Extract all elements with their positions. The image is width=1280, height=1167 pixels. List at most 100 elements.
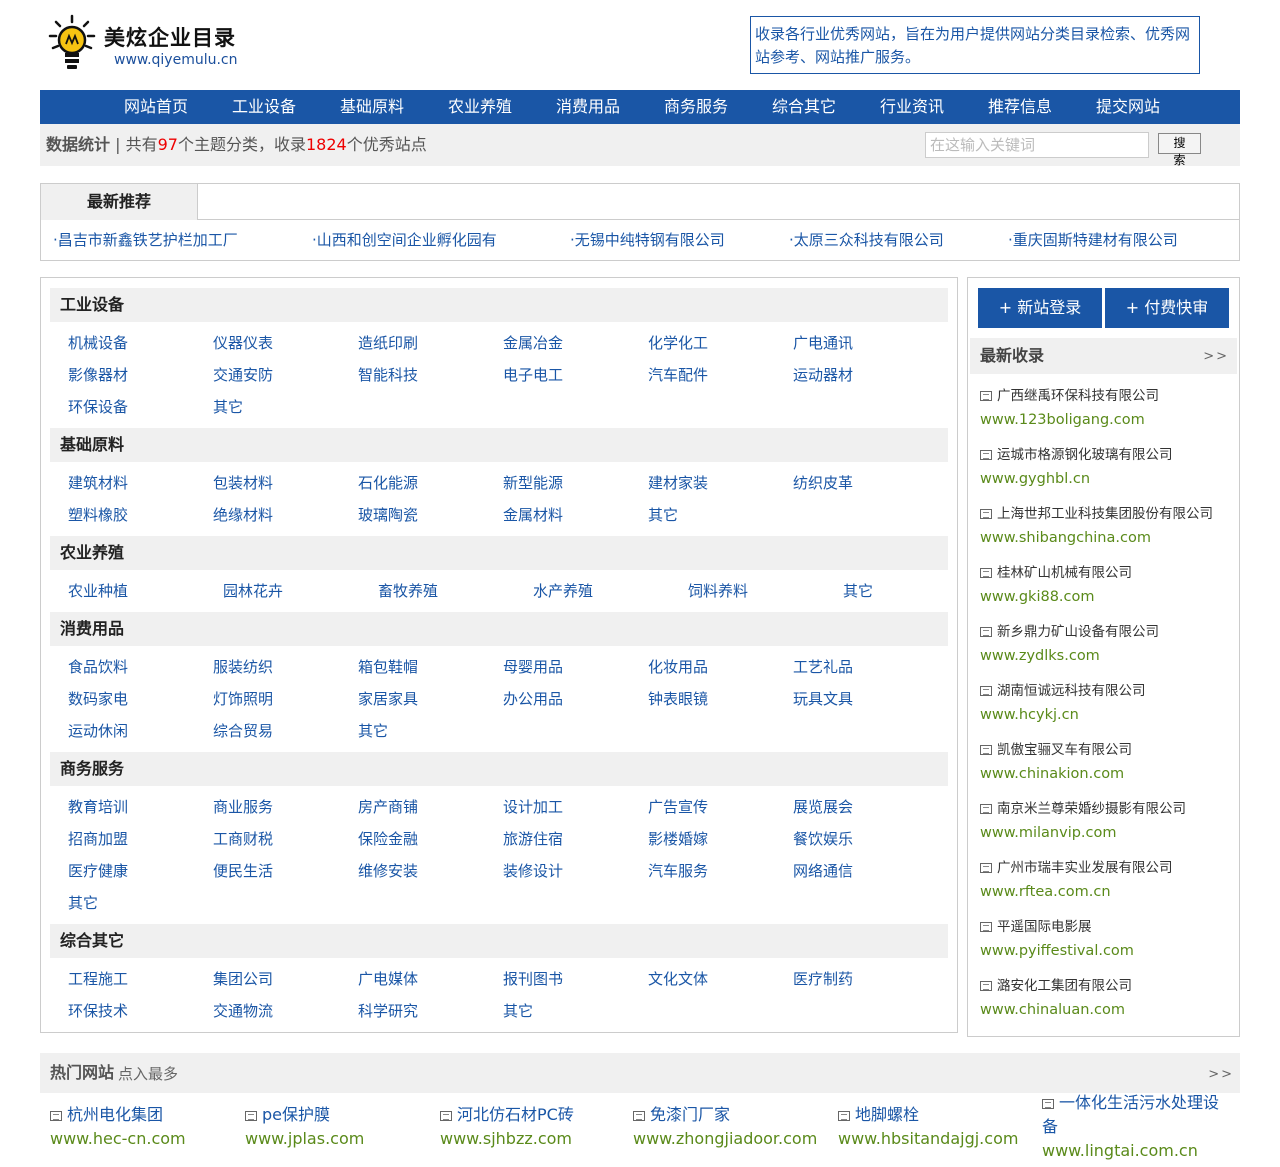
category-link[interactable]: 建材家装 xyxy=(648,473,708,493)
latest-item-name[interactable]: 凯傲宝骊叉车有限公司 xyxy=(980,740,1235,760)
latest-item-name[interactable]: 广州市瑞丰实业发展有限公司 xyxy=(980,858,1235,878)
category-link[interactable]: 展览展会 xyxy=(793,797,853,817)
category-link[interactable]: 新型能源 xyxy=(503,473,563,493)
latest-item-name[interactable]: 湖南恒诚远科技有限公司 xyxy=(980,681,1235,701)
latest-item-name[interactable]: 新乡鼎力矿山设备有限公司 xyxy=(980,622,1235,642)
category-link[interactable]: 环保技术 xyxy=(68,1001,128,1021)
category-link[interactable]: 综合贸易 xyxy=(213,721,273,741)
category-link[interactable]: 装修设计 xyxy=(503,861,563,881)
latest-item-url[interactable]: www.hcykj.cn xyxy=(980,704,1235,726)
nav-consumer[interactable]: 消费用品 xyxy=(534,90,642,124)
category-link[interactable]: 影像器材 xyxy=(68,365,128,385)
category-link[interactable]: 汽车服务 xyxy=(648,861,708,881)
recommend-link[interactable]: ·昌吉市新鑫铁艺护栏加工厂 xyxy=(53,220,238,260)
category-link[interactable]: 其它 xyxy=(68,893,98,913)
category-link[interactable]: 食品饮料 xyxy=(68,657,128,677)
category-link[interactable]: 工程施工 xyxy=(68,969,128,989)
category-link[interactable]: 石化能源 xyxy=(358,473,418,493)
category-link[interactable]: 饲料养料 xyxy=(688,581,748,601)
hot-item-url[interactable]: www.hbsitandajgj.com xyxy=(838,1127,1028,1151)
category-link[interactable]: 其它 xyxy=(213,397,243,417)
category-link[interactable]: 房产商铺 xyxy=(358,797,418,817)
search-input[interactable] xyxy=(925,132,1149,158)
recommend-link[interactable]: ·山西和创空间企业孵化园有 xyxy=(312,220,497,260)
hot-item-name[interactable]: 免漆门厂家 xyxy=(633,1103,823,1127)
nav-other[interactable]: 综合其它 xyxy=(750,90,858,124)
category-link[interactable]: 绝缘材料 xyxy=(213,505,273,525)
latest-item-name[interactable]: 运城市格源钢化玻璃有限公司 xyxy=(980,445,1235,465)
category-link[interactable]: 灯饰照明 xyxy=(213,689,273,709)
search-button[interactable]: 搜 索 xyxy=(1158,133,1201,167)
category-link[interactable]: 商业服务 xyxy=(213,797,273,817)
category-link[interactable]: 化妆用品 xyxy=(648,657,708,677)
category-link[interactable]: 金属材料 xyxy=(503,505,563,525)
category-link[interactable]: 塑料橡胶 xyxy=(68,505,128,525)
latest-more-link[interactable]: >> xyxy=(1203,338,1229,376)
latest-item-url[interactable]: www.123boligang.com xyxy=(980,409,1235,431)
category-link[interactable]: 数码家电 xyxy=(68,689,128,709)
category-link[interactable]: 建筑材料 xyxy=(68,473,128,493)
latest-item-url[interactable]: www.shibangchina.com xyxy=(980,527,1235,549)
category-link[interactable]: 招商加盟 xyxy=(68,829,128,849)
category-link[interactable]: 包装材料 xyxy=(213,473,273,493)
hot-item-url[interactable]: www.hec-cn.com xyxy=(50,1127,240,1151)
latest-item-name[interactable]: 平遥国际电影展 xyxy=(980,917,1235,937)
latest-item-url[interactable]: www.gki88.com xyxy=(980,586,1235,608)
latest-item-url[interactable]: www.gyghbl.cn xyxy=(980,468,1235,490)
category-link[interactable]: 机械设备 xyxy=(68,333,128,353)
category-link[interactable]: 教育培训 xyxy=(68,797,128,817)
category-link[interactable]: 旅游住宿 xyxy=(503,829,563,849)
category-link[interactable]: 设计加工 xyxy=(503,797,563,817)
category-link[interactable]: 医疗制药 xyxy=(793,969,853,989)
latest-item-name[interactable]: 桂林矿山机械有限公司 xyxy=(980,563,1235,583)
category-link[interactable]: 家居家具 xyxy=(358,689,418,709)
hot-item-name[interactable]: pe保护膜 xyxy=(245,1103,435,1127)
nav-industrial[interactable]: 工业设备 xyxy=(210,90,318,124)
category-link[interactable]: 其它 xyxy=(843,581,873,601)
latest-item-url[interactable]: www.pyiffestival.com xyxy=(980,940,1235,962)
category-link[interactable]: 水产养殖 xyxy=(533,581,593,601)
category-link[interactable]: 工商财税 xyxy=(213,829,273,849)
category-link[interactable]: 影楼婚嫁 xyxy=(648,829,708,849)
hot-item-name[interactable]: 杭州电化集团 xyxy=(50,1103,240,1127)
hot-item-name[interactable]: 一体化生活污水处理设备 xyxy=(1042,1091,1232,1139)
category-link[interactable]: 畜牧养殖 xyxy=(378,581,438,601)
category-link[interactable]: 工艺礼品 xyxy=(793,657,853,677)
category-link[interactable]: 交通物流 xyxy=(213,1001,273,1021)
latest-item-url[interactable]: www.milanvip.com xyxy=(980,822,1235,844)
latest-item-url[interactable]: www.chinakion.com xyxy=(980,763,1235,785)
latest-item-url[interactable]: www.zydlks.com xyxy=(980,645,1235,667)
category-link[interactable]: 园林花卉 xyxy=(223,581,283,601)
category-link[interactable]: 造纸印刷 xyxy=(358,333,418,353)
hot-item-url[interactable]: www.jplas.com xyxy=(245,1127,435,1151)
hot-item-name[interactable]: 河北仿石材PC砖 xyxy=(440,1103,630,1127)
category-link[interactable]: 餐饮娱乐 xyxy=(793,829,853,849)
new-site-login-button[interactable]: + 新站登录 xyxy=(978,288,1102,328)
hot-item-url[interactable]: www.lingtai.com.cn xyxy=(1042,1139,1232,1163)
category-link[interactable]: 运动器材 xyxy=(793,365,853,385)
paid-review-button[interactable]: + 付费快审 xyxy=(1105,288,1229,328)
category-link[interactable]: 报刊图书 xyxy=(503,969,563,989)
recommend-link[interactable]: ·太原三众科技有限公司 xyxy=(789,220,944,260)
nav-news[interactable]: 行业资讯 xyxy=(858,90,966,124)
nav-submit[interactable]: 提交网站 xyxy=(1074,90,1182,124)
site-logo[interactable]: 美炫企业目录 www.qiyemulu.cn xyxy=(48,14,248,74)
recommend-link[interactable]: ·重庆固斯特建材有限公司 xyxy=(1008,220,1178,260)
hot-item-url[interactable]: www.sjhbzz.com xyxy=(440,1127,630,1151)
category-link[interactable]: 便民生活 xyxy=(213,861,273,881)
category-link[interactable]: 交通安防 xyxy=(213,365,273,385)
category-link[interactable]: 玩具文具 xyxy=(793,689,853,709)
category-link[interactable]: 环保设备 xyxy=(68,397,128,417)
category-link[interactable]: 医疗健康 xyxy=(68,861,128,881)
category-link[interactable]: 维修安装 xyxy=(358,861,418,881)
category-link[interactable]: 其它 xyxy=(648,505,678,525)
nav-business[interactable]: 商务服务 xyxy=(642,90,750,124)
category-link[interactable]: 仪器仪表 xyxy=(213,333,273,353)
category-link[interactable]: 农业种植 xyxy=(68,581,128,601)
latest-item-name[interactable]: 南京米兰尊荣婚纱摄影有限公司 xyxy=(980,799,1235,819)
category-link[interactable]: 广电媒体 xyxy=(358,969,418,989)
category-link[interactable]: 化学化工 xyxy=(648,333,708,353)
category-link[interactable]: 办公用品 xyxy=(503,689,563,709)
nav-agriculture[interactable]: 农业养殖 xyxy=(426,90,534,124)
latest-item-name[interactable]: 上海世邦工业科技集团股份有限公司 xyxy=(980,504,1235,524)
